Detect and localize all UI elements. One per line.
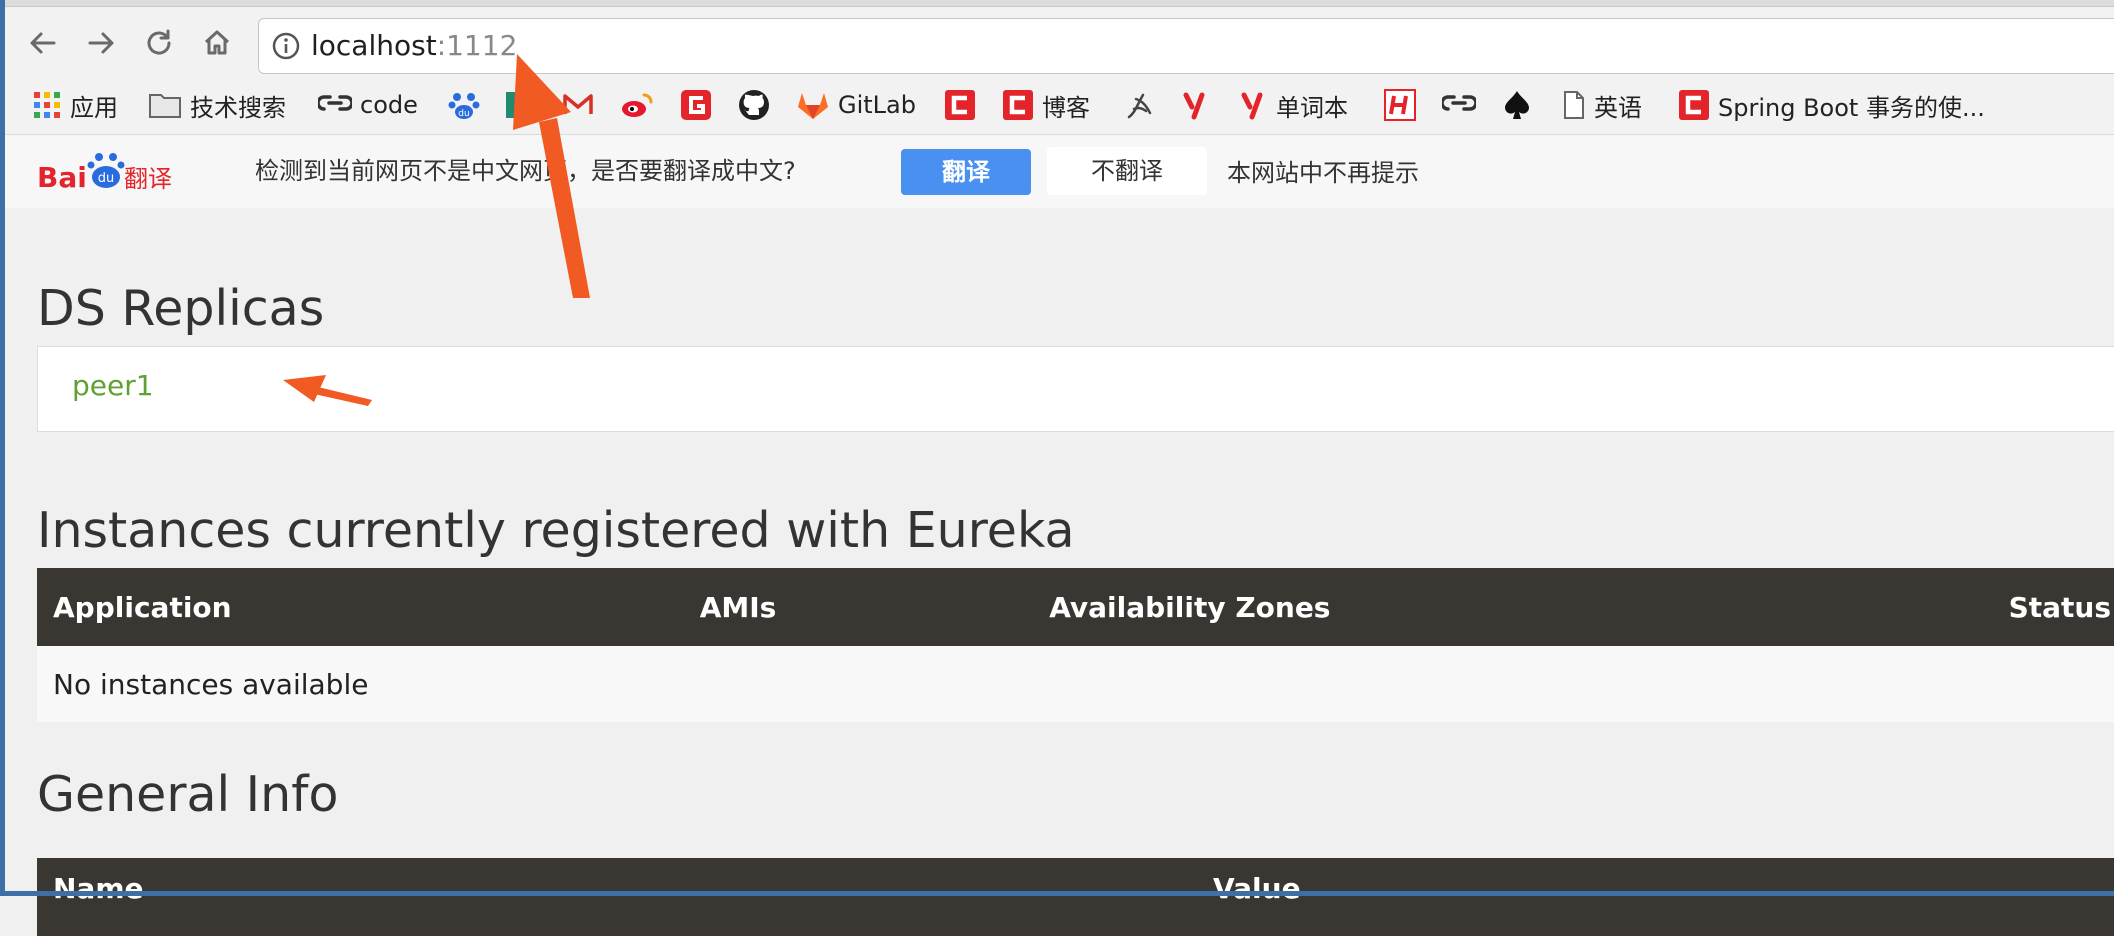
script-icon [1127, 93, 1152, 119]
youdao-icon [1241, 92, 1263, 120]
bookmark-script[interactable] [1124, 86, 1156, 124]
apps-grid-icon [34, 92, 60, 118]
instances-table: Application AMIs Availability Zones Stat… [37, 568, 2114, 722]
arrow-left-icon [30, 32, 56, 54]
svg-text:du: du [98, 171, 115, 186]
link-chain-icon [318, 95, 352, 111]
folder-icon [149, 94, 181, 118]
bookmark-blog[interactable]: 博客 [1002, 86, 1090, 124]
gmail-icon [563, 94, 593, 114]
csdn-icon [1679, 90, 1709, 120]
page-content: DS Replicas peer1 Instances currently re… [5, 208, 2114, 936]
bookmark-github[interactable] [738, 86, 770, 124]
bookmark-english[interactable]: 英语 [1562, 86, 1642, 124]
tab-strip [0, 0, 2114, 7]
reload-icon [147, 29, 171, 55]
csdn-icon [1003, 90, 1033, 120]
bookmark-label: 博客 [1042, 93, 1090, 122]
github-icon [739, 90, 769, 120]
red-g-icon [681, 90, 711, 120]
back-button[interactable] [22, 22, 64, 64]
col-value: Value [1213, 872, 1301, 905]
arrow-right-icon [88, 32, 114, 54]
browser-chrome: localhost:1112 应用 技术搜索 code du GitLab 博客… [0, 0, 2114, 134]
window-frame-bottom [0, 891, 2114, 896]
baidu-paw-icon: du [448, 93, 480, 119]
bookmark-green-square[interactable] [504, 86, 530, 124]
bookmark-youdao[interactable] [1182, 86, 1210, 124]
replica-link-peer1[interactable]: peer1 [72, 369, 154, 402]
bookmark-label: Spring Boot 事务的使... [1718, 93, 1985, 122]
green-square-icon [506, 92, 528, 118]
instances-header-row: Application AMIs Availability Zones Stat… [37, 568, 2114, 646]
general-info-title: General Info [37, 766, 339, 823]
weibo-icon [622, 93, 653, 117]
forward-button[interactable] [80, 22, 122, 64]
bookmark-apps[interactable]: 应用 [32, 86, 118, 124]
col-status: Status [2008, 590, 2111, 624]
general-info-table: Name Value [37, 858, 2114, 936]
ds-replicas-title: DS Replicas [37, 280, 325, 337]
svg-text:du: du [458, 109, 469, 119]
url-port: :1112 [436, 29, 518, 62]
bookmark-weibo[interactable] [620, 86, 654, 124]
page-icon [1564, 91, 1584, 119]
window-frame-left [0, 0, 5, 896]
col-application: Application [53, 590, 232, 624]
col-name: Name [53, 872, 144, 905]
bookmark-red-g[interactable] [680, 86, 712, 124]
address-bar[interactable]: localhost:1112 [258, 18, 2114, 74]
url-text[interactable]: localhost:1112 [311, 29, 517, 63]
no-instances-text: No instances available [37, 646, 2114, 722]
general-header-row: Name Value [37, 858, 2114, 936]
bookmark-spade[interactable] [1502, 86, 1532, 124]
bookmark-label: 技术搜索 [190, 93, 286, 122]
link-chain-icon [1442, 95, 1476, 111]
svg-text:Bai: Bai [37, 161, 87, 194]
bookmark-folder-tech-search[interactable]: 技术搜索 [148, 86, 286, 124]
col-availability-zones: Availability Zones [1049, 590, 1331, 624]
never-prompt-link[interactable]: 本网站中不再提示 [1227, 135, 1419, 211]
bookmark-wordbook[interactable]: 单词本 [1240, 86, 1348, 124]
no-translate-button[interactable]: 不翻译 [1047, 147, 1207, 195]
bookmark-link[interactable] [1442, 86, 1476, 124]
gitlab-icon [798, 93, 828, 119]
translate-button[interactable]: 翻译 [901, 149, 1031, 195]
svg-text:翻译: 翻译 [124, 165, 172, 193]
bookmark-h[interactable] [1384, 86, 1416, 124]
bookmark-label: 单词本 [1276, 93, 1348, 122]
bookmarks-bar: 应用 技术搜索 code du GitLab 博客 单词本 英语 Spring … [0, 82, 2114, 128]
bookmark-label: 英语 [1594, 93, 1642, 122]
bookmark-code[interactable]: code [318, 86, 418, 124]
bookmark-spring-boot[interactable]: Spring Boot 事务的使... [1678, 86, 1985, 124]
instances-title: Instances currently registered with Eure… [37, 502, 1075, 559]
bookmark-csdn[interactable] [944, 86, 976, 124]
home-button[interactable] [196, 22, 238, 64]
info-icon[interactable] [271, 31, 301, 65]
table-row: No instances available [37, 646, 2114, 722]
home-icon [204, 30, 230, 55]
bookmark-label: code [360, 91, 418, 119]
url-host: localhost [311, 29, 437, 62]
bookmark-label: GitLab [838, 91, 916, 119]
bookmark-gmail[interactable] [562, 86, 594, 124]
bookmark-gitlab[interactable]: GitLab [796, 86, 916, 124]
youdao-icon [1183, 92, 1205, 120]
csdn-icon [945, 90, 975, 120]
bookmark-baidu[interactable]: du [448, 86, 480, 124]
bookmark-label: 应用 [70, 93, 118, 122]
replica-panel: peer1 [37, 346, 2114, 432]
col-amis: AMIs [699, 590, 777, 624]
spade-icon [1505, 91, 1529, 119]
baidu-translate-logo: Bai du 翻译 [37, 153, 172, 194]
translate-bar: Bai du 翻译 检测到当前网页不是中文网页，是否要翻译成中文? 翻译 不翻译… [5, 134, 2114, 210]
reload-button[interactable] [138, 22, 180, 64]
translate-prompt-text: 检测到当前网页不是中文网页，是否要翻译成中文? [255, 157, 796, 185]
h-icon [1384, 89, 1416, 121]
